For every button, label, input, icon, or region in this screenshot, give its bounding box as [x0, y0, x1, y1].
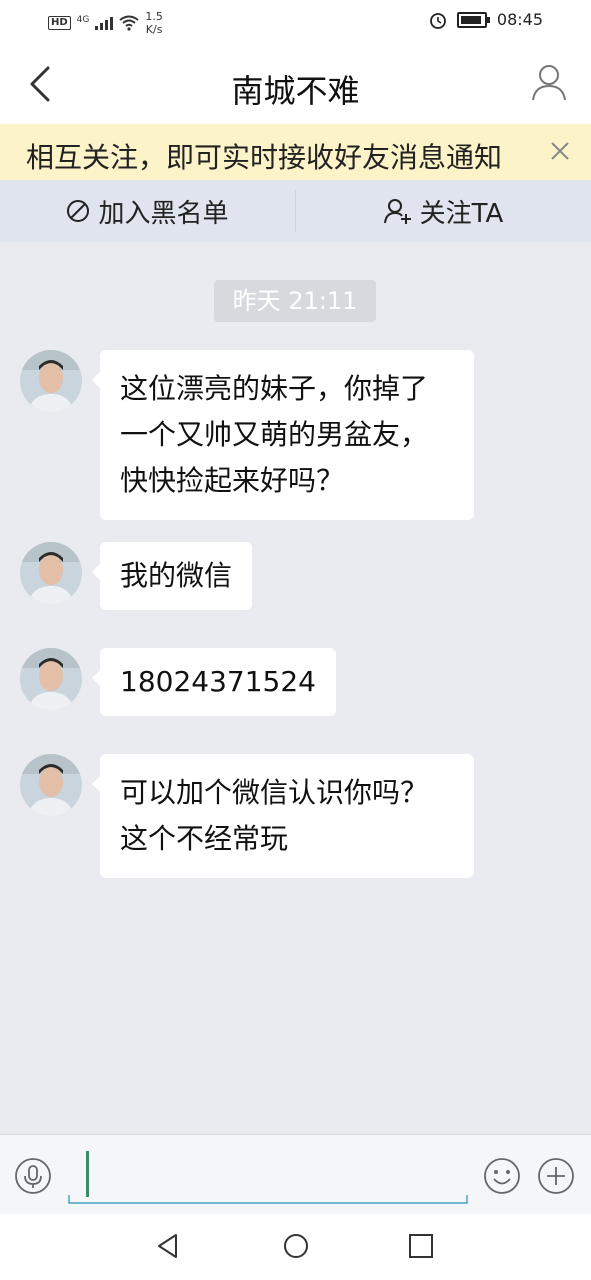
- status-bar: HD 4G 1.5 K/s 08:45: [0, 0, 591, 44]
- hd-badge: HD: [48, 16, 71, 30]
- speed-value: 1.5: [145, 10, 163, 23]
- network-speed: 1.5 K/s: [145, 10, 163, 36]
- avatar[interactable]: [20, 350, 82, 412]
- chat-area[interactable]: 昨天 21:11 这位漂亮的妹子，你掉了一个又帅又萌的男盆友，快快捡起来好吗？ …: [0, 242, 591, 1134]
- message-row: 可以加个微信认识你吗？这个不经常玩: [20, 754, 474, 878]
- battery-fill: [460, 15, 481, 24]
- page-title: 南城不难: [231, 72, 360, 110]
- battery-icon: [456, 11, 490, 28]
- avatar[interactable]: [20, 648, 82, 710]
- wifi-icon: [119, 15, 139, 31]
- notice-text: 相互关注，即可实时接收好友消息通知: [26, 141, 503, 174]
- alarm-icon: [429, 12, 446, 29]
- message-row: 18024371524: [20, 648, 336, 716]
- smiley-icon[interactable]: [483, 1157, 521, 1195]
- person-icon[interactable]: [529, 62, 569, 102]
- message-bubble[interactable]: 我的微信: [91, 542, 253, 610]
- action-bar: 加入黑名单 关注TA: [0, 180, 591, 242]
- message-row: 我的微信: [20, 542, 253, 610]
- notice-banner: 相互关注，即可实时接收好友消息通知: [0, 124, 591, 180]
- message-bubble[interactable]: 这位漂亮的妹子，你掉了一个又帅又萌的男盆友，快快捡起来好吗？: [92, 350, 474, 520]
- message-timestamp: 昨天 21:11: [214, 280, 376, 322]
- block-button[interactable]: 加入黑名单: [0, 180, 295, 242]
- circle-home-icon[interactable]: [282, 1232, 310, 1260]
- input-underline: [68, 1195, 468, 1204]
- plus-icon[interactable]: [537, 1157, 575, 1195]
- network-type: 4G: [76, 15, 90, 25]
- square-recent-icon[interactable]: [407, 1232, 435, 1260]
- microphone-icon[interactable]: [14, 1157, 52, 1195]
- status-right: 08:45: [429, 10, 543, 29]
- avatar[interactable]: [20, 754, 82, 816]
- clock: 08:45: [496, 10, 543, 29]
- forbidden-icon: [67, 200, 90, 222]
- message-bubble[interactable]: 可以加个微信认识你吗？这个不经常玩: [92, 754, 474, 878]
- chat-header: 南城不难: [0, 44, 591, 124]
- speed-unit: K/s: [145, 23, 163, 36]
- status-left: HD 4G 1.5 K/s: [48, 10, 163, 36]
- follow-label: 关注TA: [419, 198, 504, 229]
- message-row: 这位漂亮的妹子，你掉了一个又帅又萌的男盆友，快快捡起来好吗？: [20, 350, 474, 520]
- input-bar: [0, 1134, 591, 1215]
- add-person-icon: [383, 199, 411, 224]
- close-icon[interactable]: [549, 140, 571, 162]
- message-input[interactable]: [68, 1147, 468, 1205]
- signal-icon: [95, 17, 114, 30]
- triangle-back-icon[interactable]: [154, 1232, 182, 1260]
- follow-button[interactable]: 关注TA: [296, 180, 591, 242]
- message-bubble[interactable]: 18024371524: [92, 648, 336, 716]
- avatar[interactable]: [20, 542, 82, 604]
- block-label: 加入黑名单: [98, 198, 229, 229]
- system-nav-bar: [0, 1214, 591, 1280]
